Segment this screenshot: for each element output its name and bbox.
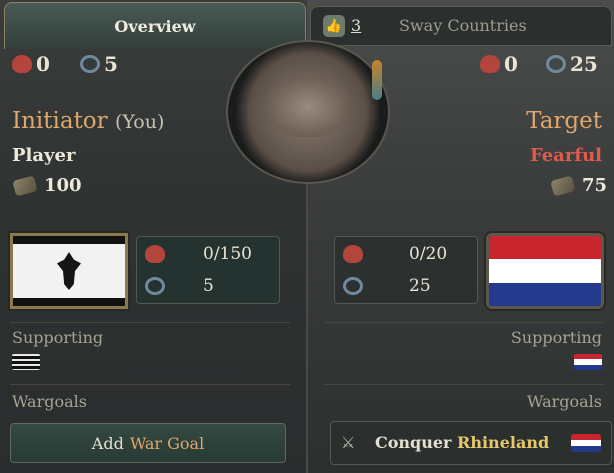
target-navy-value: 25 [409,276,431,296]
stone-icon [550,174,576,197]
initiator-supporter-flag[interactable] [12,354,40,370]
prestige-icon [546,55,566,73]
add-war-goal-button[interactable]: Add War Goal [10,423,286,463]
sway-label: Sway Countries [399,16,527,35]
add-war-goal-prefix: Add [91,433,124,453]
target-army-value: 0/20 [409,244,448,264]
manpower-icon [12,55,32,73]
manpower-icon [480,55,500,73]
initiator-wargoals-label: Wargoals [12,392,87,411]
stone-icon [12,174,38,197]
initiator-title: Initiator (You) [12,108,164,134]
wargoal-item[interactable]: ⚔ Conquer Rhineland [330,421,612,465]
target-wargoals-label: Wargoals [527,392,602,411]
wargoal-prefix: Conquer [375,433,452,452]
manpower-icon [145,245,165,263]
target-attitude: Fearful [529,145,602,166]
wargoal-accent: Rhineland [457,433,550,452]
tab-overview-label: Overview [114,16,196,36]
target-manpower-value: 0 [504,52,518,76]
progress-arc [372,60,382,100]
wargoal-flag [571,434,601,452]
target-forces-box: 0/20 25 [334,236,478,304]
target-supporting-label: Supporting [510,328,602,347]
initiator-amount-value: 100 [44,175,82,196]
panel-divider [306,180,308,473]
tab-overview[interactable]: Overview [4,2,306,49]
add-war-goal-accent: War Goal [129,433,205,453]
initiator-prestige-stat: 5 [80,52,118,76]
prestige-icon [343,277,363,295]
target-prestige-value: 25 [570,52,598,76]
initiator-navy-row: 5 [145,276,214,296]
handshake-icon [226,40,390,184]
target-title: Target [526,108,602,134]
target-prestige-stat: 25 [546,52,598,76]
sword-icon: ⚔ [341,433,356,452]
initiator-title-text: Initiator [12,108,108,134]
target-navy-row: 25 [343,276,431,296]
initiator-prestige-value: 5 [104,52,118,76]
initiator-name: Player [12,145,76,166]
divider [324,384,604,385]
divider [10,322,290,323]
prestige-icon [145,277,165,295]
divider [324,322,604,323]
prestige-icon [80,55,100,73]
sway-icon: 👍 [323,15,345,37]
you-tag: (You) [114,111,165,133]
tab-sway-countries[interactable]: 👍 3 Sway Countries [310,6,612,46]
divider [10,384,290,385]
target-amount: 75 [550,174,608,197]
target-flag[interactable] [486,233,604,309]
wargoal-text: Conquer Rhineland [375,433,549,452]
target-amount-value: 75 [582,175,608,196]
sway-count: 3 [351,16,362,35]
initiator-army-row: 0/150 [145,244,252,264]
initiator-amount: 100 [12,174,82,197]
initiator-manpower-value: 0 [36,52,50,76]
handshake-image [268,77,348,137]
initiator-army-value: 0/150 [203,244,252,264]
initiator-forces-box: 0/150 5 [136,236,280,304]
initiator-navy-value: 5 [203,276,214,296]
target-army-row: 0/20 [343,244,447,264]
target-manpower-stat: 0 [480,52,518,76]
initiator-flag[interactable] [10,233,128,309]
initiator-manpower-stat: 0 [12,52,50,76]
initiator-supporting-label: Supporting [12,328,104,347]
target-supporter-flag[interactable] [574,354,602,370]
manpower-icon [343,245,363,263]
